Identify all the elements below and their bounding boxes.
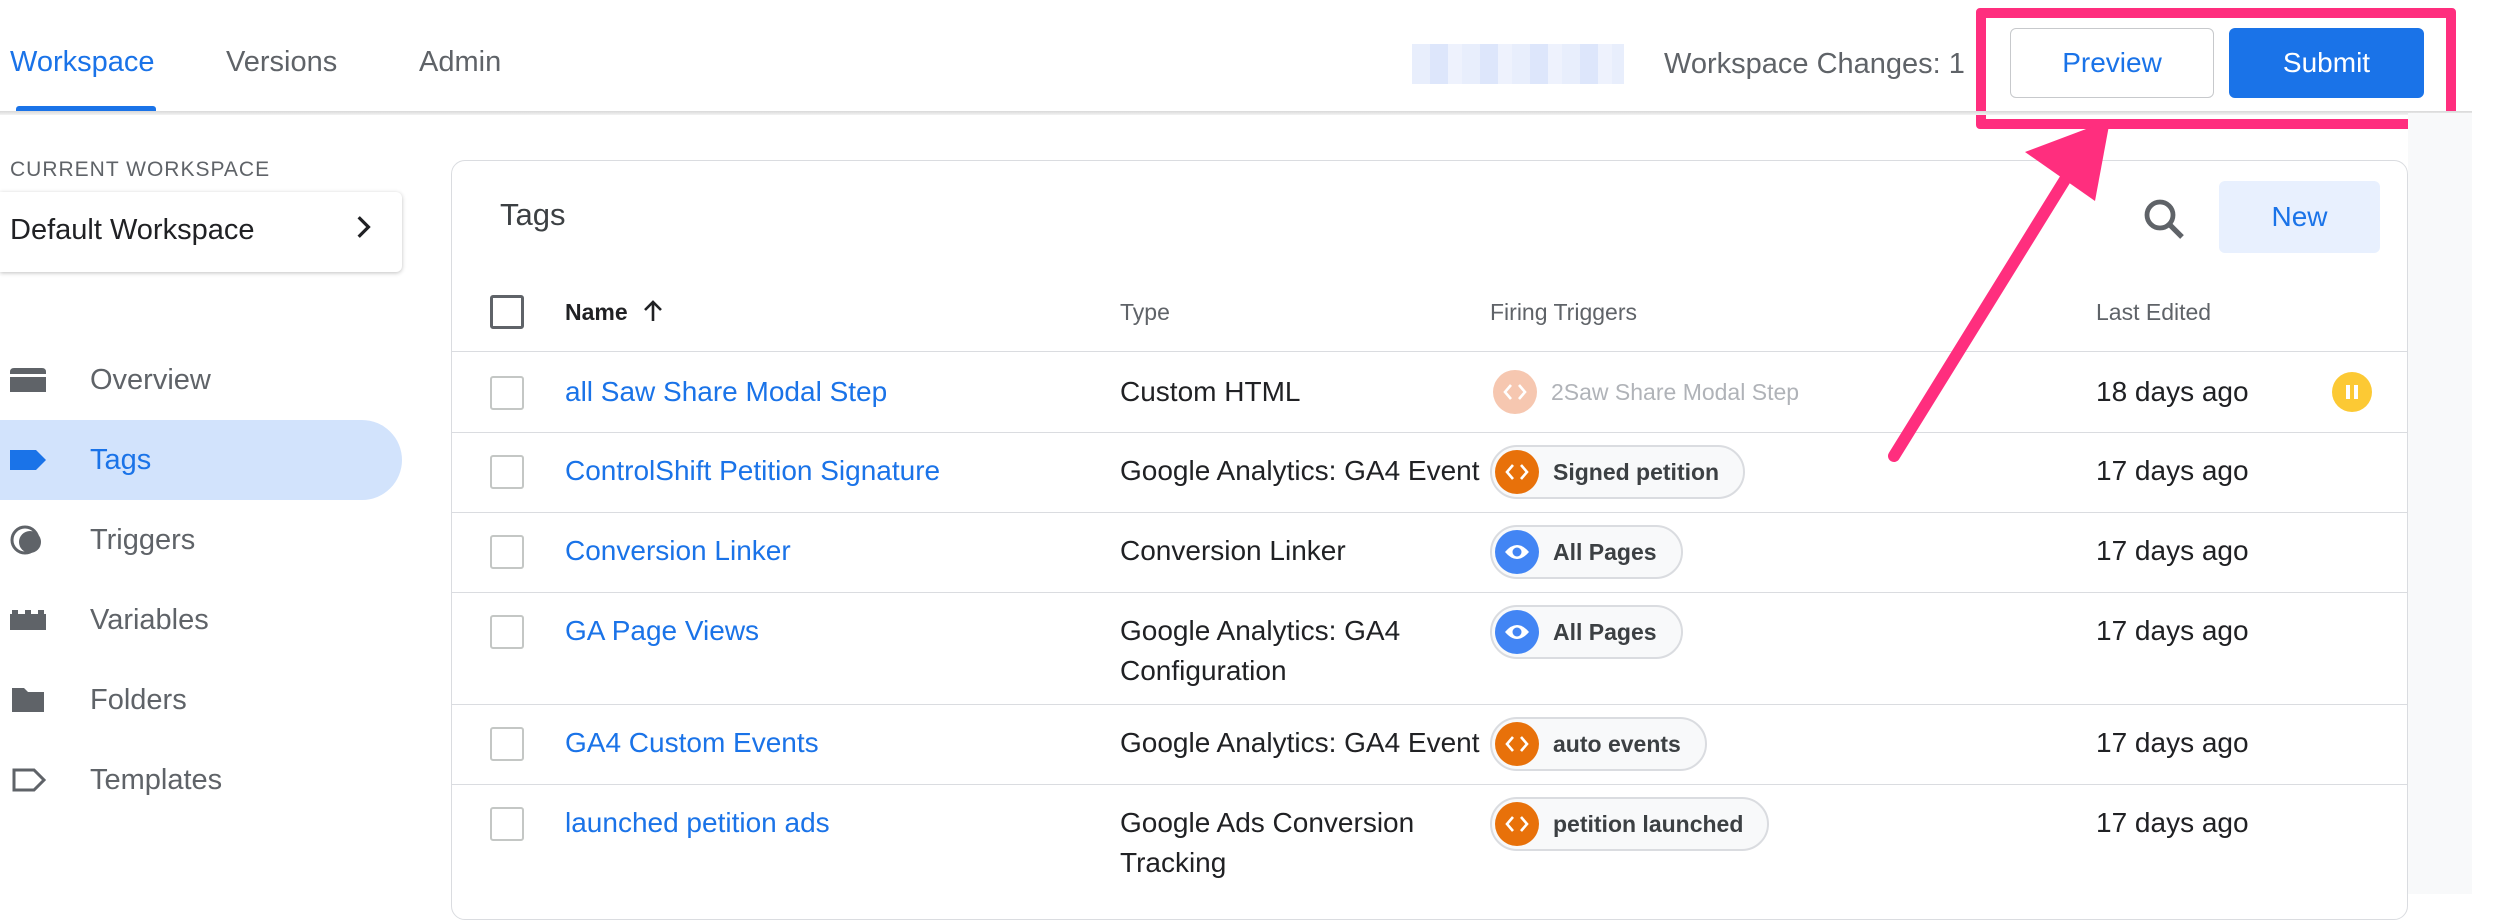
chevron-right-icon (357, 216, 371, 238)
last-edited: 17 days ago (2096, 807, 2249, 838)
sidebar-item-triggers[interactable]: Triggers (0, 500, 402, 580)
template-icon (12, 768, 47, 792)
last-edited: 18 days ago (2096, 376, 2249, 407)
trigger-label: Signed petition (1553, 458, 1720, 485)
column-header-name-label: Name (565, 299, 628, 325)
code-icon (1493, 370, 1537, 414)
tags-panel: Tags New Name Type Firing Triggers Last … (451, 160, 2408, 920)
trigger-label: All Pages (1553, 618, 1657, 645)
sidebar-item-variables[interactable]: Variables (0, 580, 402, 660)
variables-icon (10, 610, 46, 630)
trigger-label: All Pages (1553, 538, 1657, 565)
row-checkbox[interactable] (490, 376, 524, 410)
sidebar-item-templates[interactable]: Templates (0, 740, 402, 820)
row-checkbox[interactable] (490, 455, 524, 489)
trigger-chip[interactable]: petition launched (1490, 797, 1770, 851)
trigger-chip[interactable]: 2Saw Share Modal Step (1490, 365, 1823, 419)
tab-workspace[interactable]: Workspace (10, 46, 155, 79)
tag-type: Conversion Linker (1120, 535, 1346, 566)
trigger-chip[interactable]: All Pages (1490, 525, 1683, 579)
tab-admin[interactable]: Admin (419, 46, 501, 79)
last-edited: 17 days ago (2096, 455, 2249, 486)
table-row[interactable]: ControlShift Petition Signature Google A… (452, 433, 2407, 513)
code-icon (1495, 802, 1539, 846)
trigger-label: 2Saw Share Modal Step (1551, 378, 1800, 405)
row-checkbox[interactable] (490, 727, 524, 761)
table-row[interactable]: launched petition ads Google Ads Convers… (452, 785, 2407, 897)
trigger-icon (10, 525, 41, 555)
trigger-chip[interactable]: All Pages (1490, 605, 1683, 659)
last-edited: 17 days ago (2096, 727, 2249, 758)
trigger-label: auto events (1553, 730, 1681, 757)
new-tag-button[interactable]: New (2219, 181, 2380, 253)
eye-icon (1495, 610, 1539, 654)
workspace-name: Default Workspace (10, 214, 255, 246)
last-edited: 17 days ago (2096, 615, 2249, 646)
arrow-up-icon (644, 300, 662, 321)
tag-name-link[interactable]: launched petition ads (565, 807, 830, 839)
tag-name-link[interactable]: Conversion Linker (565, 535, 791, 567)
table-row[interactable]: GA4 Custom Events Google Analytics: GA4 … (452, 705, 2407, 785)
trigger-chip[interactable]: auto events (1490, 717, 1707, 771)
sidebar-label-overview: Overview (90, 364, 211, 396)
top-bar: Workspace Versions Admin Workspace Chang… (0, 0, 2506, 129)
tag-name-link[interactable]: GA Page Views (565, 615, 759, 647)
tag-type: Google Analytics: GA4 Configuration (1120, 615, 1401, 686)
submit-button[interactable]: Submit (2229, 28, 2424, 98)
table-row[interactable]: GA Page Views Google Analytics: GA4 Conf… (452, 593, 2407, 705)
tag-name-link[interactable]: ControlShift Petition Signature (565, 455, 940, 487)
preview-button[interactable]: Preview (2010, 28, 2214, 98)
column-header-type[interactable]: Type (1120, 299, 1170, 326)
overview-icon (10, 368, 46, 392)
trigger-label: petition launched (1553, 810, 1744, 837)
table-row[interactable]: Conversion Linker Conversion Linker All … (452, 513, 2407, 593)
select-all-checkbox[interactable] (490, 295, 524, 329)
panel-title: Tags (500, 197, 566, 232)
code-icon (1495, 450, 1539, 494)
current-workspace-label: CURRENT WORKSPACE (10, 158, 271, 181)
row-checkbox[interactable] (490, 615, 524, 649)
folder-icon (12, 688, 44, 712)
last-edited: 17 days ago (2096, 535, 2249, 566)
content-background (2408, 113, 2472, 894)
sidebar-label-variables: Variables (90, 604, 209, 636)
tag-name-link[interactable]: all Saw Share Modal Step (565, 376, 887, 408)
row-checkbox[interactable] (490, 535, 524, 569)
sidebar-label-folders: Folders (90, 684, 187, 716)
tag-type: Google Analytics: GA4 Event (1120, 727, 1480, 758)
search-icon[interactable] (2140, 195, 2188, 243)
redacted-account-name (1412, 44, 1624, 84)
top-bar-divider (0, 111, 2472, 115)
sidebar-label-templates: Templates (90, 764, 223, 796)
trigger-chip[interactable]: Signed petition (1490, 445, 1746, 499)
row-checkbox[interactable] (490, 807, 524, 841)
sidebar-label-triggers: Triggers (90, 524, 196, 556)
tag-icon (10, 450, 46, 470)
sidebar-item-overview[interactable]: Overview (0, 340, 402, 420)
table-row[interactable]: all Saw Share Modal Step Custom HTML 2Sa… (452, 352, 2407, 432)
pause-icon (2332, 372, 2372, 412)
sidebar-item-tags[interactable]: Tags (0, 420, 402, 500)
workspace-changes-count[interactable]: Workspace Changes: 1 (1664, 48, 1965, 81)
tag-type: Custom HTML (1120, 376, 1301, 407)
code-icon (1495, 722, 1539, 766)
tab-versions[interactable]: Versions (226, 46, 337, 79)
tag-type: Google Analytics: GA4 Event (1120, 455, 1480, 486)
tag-type: Google Ads Conversion Tracking (1120, 807, 1415, 878)
tag-name-link[interactable]: GA4 Custom Events (565, 727, 819, 759)
column-header-firing-triggers[interactable]: Firing Triggers (1490, 299, 1637, 326)
sidebar-item-folders[interactable]: Folders (0, 660, 402, 740)
column-header-last-edited[interactable]: Last Edited (2096, 299, 2211, 326)
sidebar-label-tags: Tags (90, 444, 152, 476)
column-header-name[interactable]: Name (565, 299, 664, 326)
eye-icon (1495, 530, 1539, 574)
workspace-selector[interactable]: Default Workspace (0, 192, 402, 272)
